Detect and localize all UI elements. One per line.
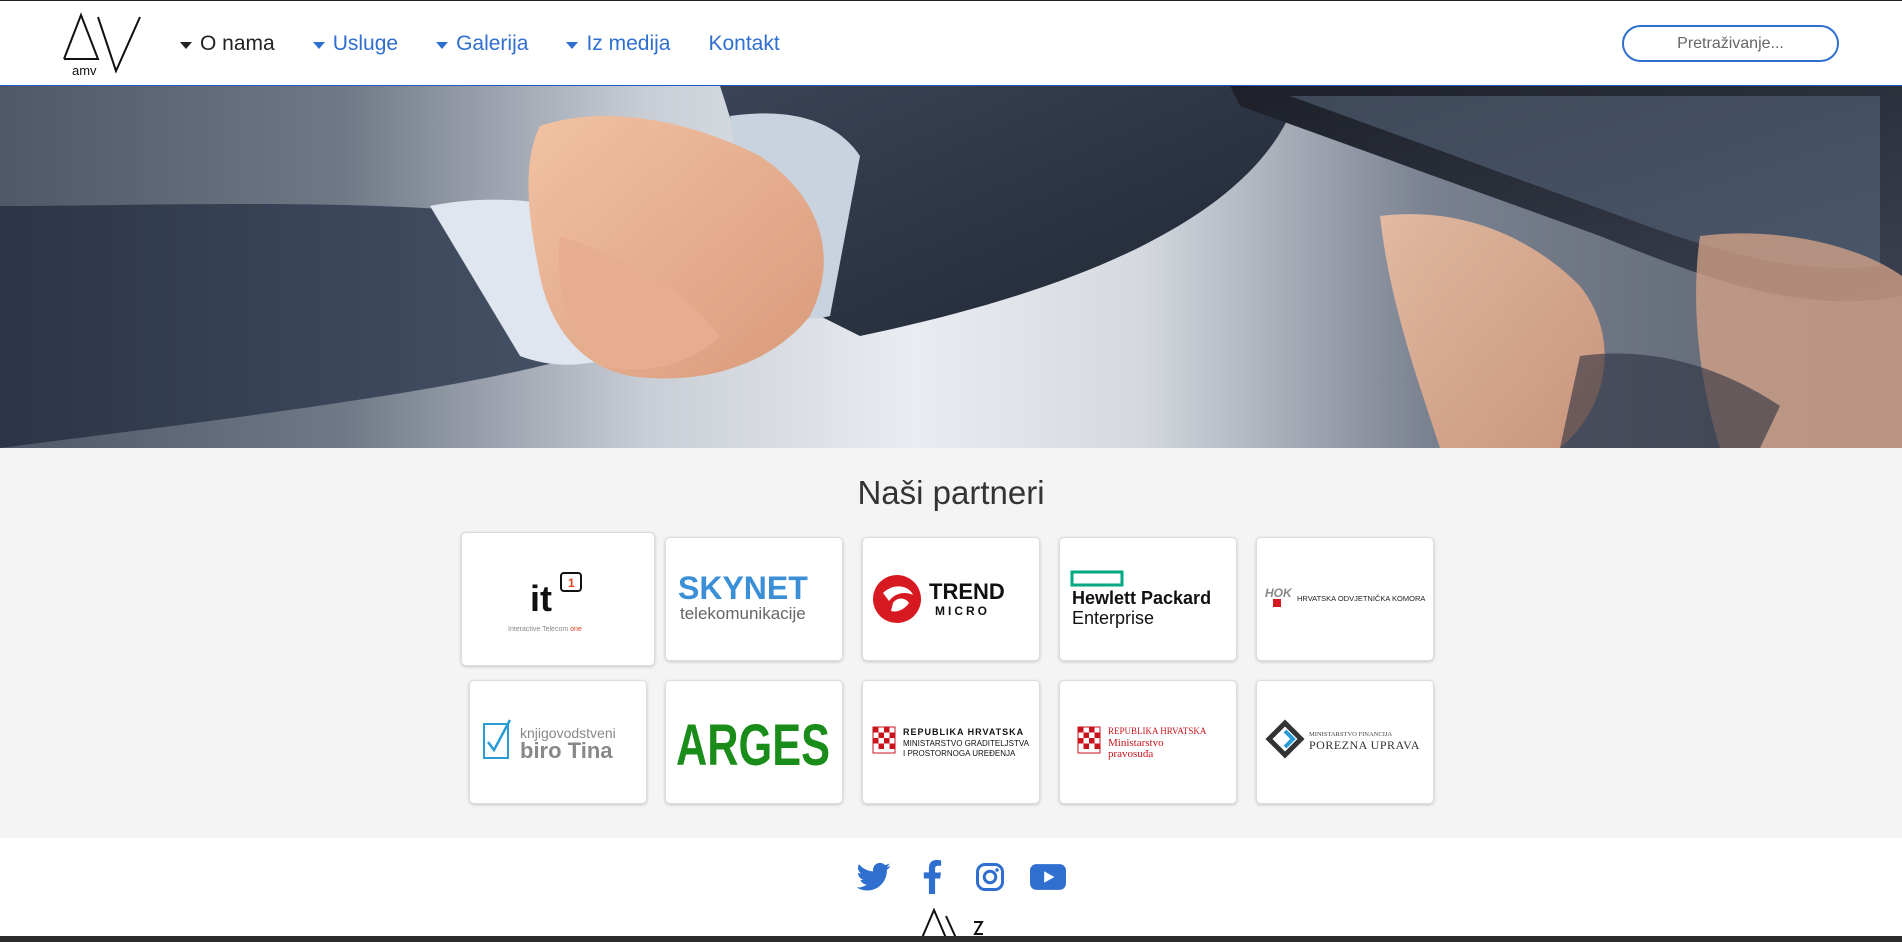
svg-text:ARGES: ARGES [676,713,830,777]
nav-label: Galerija [456,32,529,55]
nav-label: Usluge [332,32,399,55]
partners-section: Naši partneri it 1 Interactive Telecom o… [0,448,1902,838]
svg-text:REPUBLIKA HRVATSKA: REPUBLIKA HRVATSKA [903,727,1024,737]
partner-logo-biro-tina[interactable]: knjigovodstveni biro Tina [469,680,647,804]
svg-text:MICRO: MICRO [935,604,990,618]
hero-banner-image [0,86,1902,448]
nav-item-usluge[interactable]: Usluge [312,32,399,56]
croatian-coat-of-arms-icon [1077,726,1101,754]
svg-text:Enterprise: Enterprise [1072,608,1154,628]
partner-logo-hewlett-packard-enterprise[interactable]: Hewlett Packard Enterprise [1059,537,1237,661]
partner-logo-hok[interactable]: HOK HRVATSKA ODVJETNIČKA KOMORA [1256,537,1434,661]
partner-logo-trend-micro[interactable]: TREND MICRO [862,537,1040,661]
partner-logo-porezna-uprava[interactable]: MINISTARSTVO FINANCIJA POREZNA UPRAVA [1256,680,1434,804]
caret-down-icon [180,41,192,49]
nav-label: O nama [200,32,275,55]
svg-text:telekomunikacije: telekomunikacije [680,604,806,623]
search-input[interactable] [1622,25,1839,62]
nav-item-iz-medija[interactable]: Iz medija [566,32,670,56]
instagram-icon[interactable] [971,858,1009,896]
amv-logo[interactable]: amv [62,11,144,78]
nav-item-galerija[interactable]: Galerija [436,32,528,56]
svg-text:1: 1 [568,576,575,590]
top-navigation-bar: amv O nama Usluge Galerija Iz medija Kon… [0,0,1902,86]
svg-text:SKYNET: SKYNET [678,570,808,606]
svg-text:HOK: HOK [1265,586,1293,600]
partners-title: Naši partneri [857,474,1045,511]
social-links [855,858,1067,896]
svg-text:POREZNA UPRAVA: POREZNA UPRAVA [1309,738,1420,752]
svg-text:I PROSTORNOGA UREĐENJA: I PROSTORNOGA UREĐENJA [903,749,1016,758]
youtube-icon[interactable] [1029,858,1067,896]
twitter-icon[interactable] [855,858,893,896]
footer [0,838,1902,942]
caret-down-icon [312,41,325,49]
nav-item-o-nama[interactable]: O nama [180,32,275,56]
nav-item-kontakt[interactable]: Kontakt [708,32,779,56]
nav-label: Kontakt [708,32,780,55]
svg-text:pravosuđa: pravosuđa [1108,748,1153,760]
svg-text:REPUBLIKA HRVATSKA: REPUBLIKA HRVATSKA [1108,726,1207,736]
svg-text:it: it [530,578,552,619]
svg-text:HRVATSKA ODVJETNIČKA KOMORA: HRVATSKA ODVJETNIČKA KOMORA [1297,594,1425,603]
partner-logo-ministarstvo-graditeljstva[interactable]: REPUBLIKA HRVATSKA MINISTARSTVO GRADITEL… [862,680,1040,804]
caret-down-icon [436,41,449,49]
partner-logo-ministarstvo-pravosudja[interactable]: REPUBLIKA HRVATSKA Ministarstvo pravosuđ… [1059,680,1237,804]
partner-logo-arges[interactable]: ARGES [665,680,843,804]
bottom-bar [0,936,1902,942]
svg-text:biro Tina: biro Tina [520,738,613,763]
footer-amv-logo[interactable] [918,908,988,938]
svg-text:MINISTARSTVO GRADITELJSTVA: MINISTARSTVO GRADITELJSTVA [903,739,1030,748]
logo-text: amv [72,63,97,77]
svg-text:Interactive Telecom one: Interactive Telecom one [508,626,582,633]
croatian-coat-of-arms-icon [872,726,896,754]
facebook-icon[interactable] [913,858,951,896]
svg-text:TREND: TREND [929,579,1005,604]
main-nav: O nama Usluge Galerija Iz medija Kontakt [180,27,818,61]
svg-text:MINISTARSTVO FINANCIJA: MINISTARSTVO FINANCIJA [1309,731,1392,738]
partner-logo-skynet[interactable]: SKYNET telekomunikacije [665,537,843,661]
svg-text:Hewlett Packard: Hewlett Packard [1072,588,1211,608]
porezna-uprava-mark-icon [1265,719,1305,759]
caret-down-icon [566,41,579,49]
partner-logo-it1[interactable]: it 1 Interactive Telecom one [461,532,655,666]
nav-label: Iz medija [586,32,671,55]
